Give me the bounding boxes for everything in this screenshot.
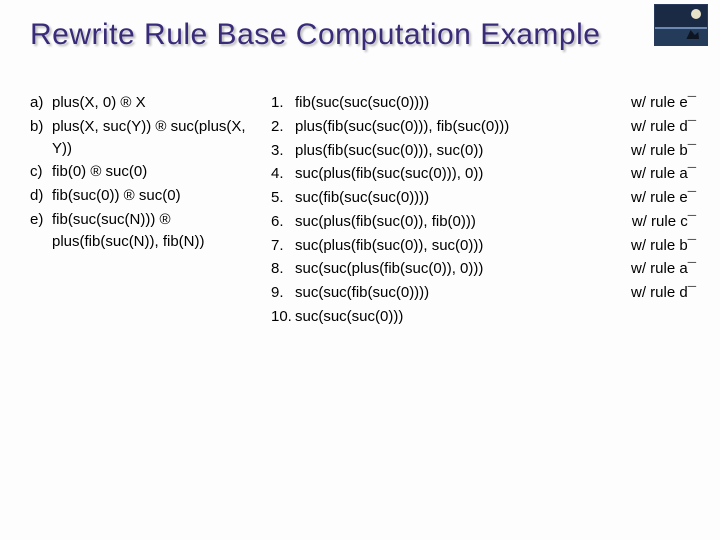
rule-label: a) xyxy=(30,92,52,114)
slide: Rewrite Rule Base Computation Example a)… xyxy=(0,0,720,540)
step-note: w/ rule e¯ xyxy=(631,92,696,114)
rule-row: d) fib(suc(0)) ® suc(0) xyxy=(30,185,265,207)
rule-body: fib(suc(suc(N))) ® plus(fib(suc(N)), fib… xyxy=(52,209,265,253)
sequence-row: 7. suc(plus(fib(suc(0)), suc(0))) w/ rul… xyxy=(271,235,696,257)
step-number: 6. xyxy=(271,211,295,233)
sequence-row: 10. suc(suc(suc(0))) xyxy=(271,306,696,328)
rule-row: e) fib(suc(suc(N))) ® plus(fib(suc(N)), … xyxy=(30,209,265,253)
step-number: 7. xyxy=(271,235,295,257)
sequence-row: 8. suc(suc(plus(fib(suc(0)), 0))) w/ rul… xyxy=(271,258,696,280)
content-columns: a) plus(X, 0) ® X b) plus(X, suc(Y)) ® s… xyxy=(30,92,696,330)
step-note: w/ rule c¯ xyxy=(632,211,696,233)
decorative-image xyxy=(654,4,708,46)
step-number: 4. xyxy=(271,163,295,185)
rule-label: e) xyxy=(30,209,52,253)
rule-row: a) plus(X, 0) ® X xyxy=(30,92,265,114)
step-number: 2. xyxy=(271,116,295,138)
rule-label: c) xyxy=(30,161,52,183)
step-note: w/ rule e¯ xyxy=(631,187,696,209)
sequence-column: 1. fib(suc(suc(suc(0)))) w/ rule e¯ 2. p… xyxy=(271,92,696,330)
sequence-row: 3. plus(fib(suc(suc(0))), suc(0)) w/ rul… xyxy=(271,140,696,162)
step-note: w/ rule b¯ xyxy=(631,140,696,162)
rule-row: c) fib(0) ® suc(0) xyxy=(30,161,265,183)
rule-label: d) xyxy=(30,185,52,207)
sequence-row: 2. plus(fib(suc(suc(0))), fib(suc(0))) w… xyxy=(271,116,696,138)
moon-shape xyxy=(691,9,701,19)
rule-label: b) xyxy=(30,116,52,160)
step-number: 5. xyxy=(271,187,295,209)
step-number: 3. xyxy=(271,140,295,162)
rule-row: b) plus(X, suc(Y)) ® suc(plus(X, Y)) xyxy=(30,116,265,160)
rule-body: fib(0) ® suc(0) xyxy=(52,161,265,183)
sequence-row: 4. suc(plus(fib(suc(suc(0))), 0)) w/ rul… xyxy=(271,163,696,185)
sequence-row: 5. suc(fib(suc(suc(0)))) w/ rule e¯ xyxy=(271,187,696,209)
step-note: w/ rule a¯ xyxy=(631,258,696,280)
sequence-row: 1. fib(suc(suc(suc(0)))) w/ rule e¯ xyxy=(271,92,696,114)
rule-body: plus(X, suc(Y)) ® suc(plus(X, Y)) xyxy=(52,116,265,160)
step-note: w/ rule d¯ xyxy=(631,282,696,304)
step-number: 8. xyxy=(271,258,295,280)
sequence-row: 9. suc(suc(fib(suc(0)))) w/ rule d¯ xyxy=(271,282,696,304)
rules-column: a) plus(X, 0) ® X b) plus(X, suc(Y)) ® s… xyxy=(30,92,265,254)
step-number: 9. xyxy=(271,282,295,304)
step-note: w/ rule b¯ xyxy=(631,235,696,257)
slide-title: Rewrite Rule Base Computation Example xyxy=(30,18,696,52)
rule-body: plus(X, 0) ® X xyxy=(52,92,265,114)
silhouette-shape xyxy=(685,29,699,39)
step-number: 1. xyxy=(271,92,295,114)
sequence-row: 6. suc(plus(fib(suc(0)), fib(0))) w/ rul… xyxy=(271,211,696,233)
rule-body: fib(suc(0)) ® suc(0) xyxy=(52,185,265,207)
step-note: w/ rule d¯ xyxy=(631,116,696,138)
step-note: w/ rule a¯ xyxy=(631,163,696,185)
step-expression: suc(suc(suc(0))) xyxy=(295,306,696,328)
step-number: 10. xyxy=(271,306,295,328)
